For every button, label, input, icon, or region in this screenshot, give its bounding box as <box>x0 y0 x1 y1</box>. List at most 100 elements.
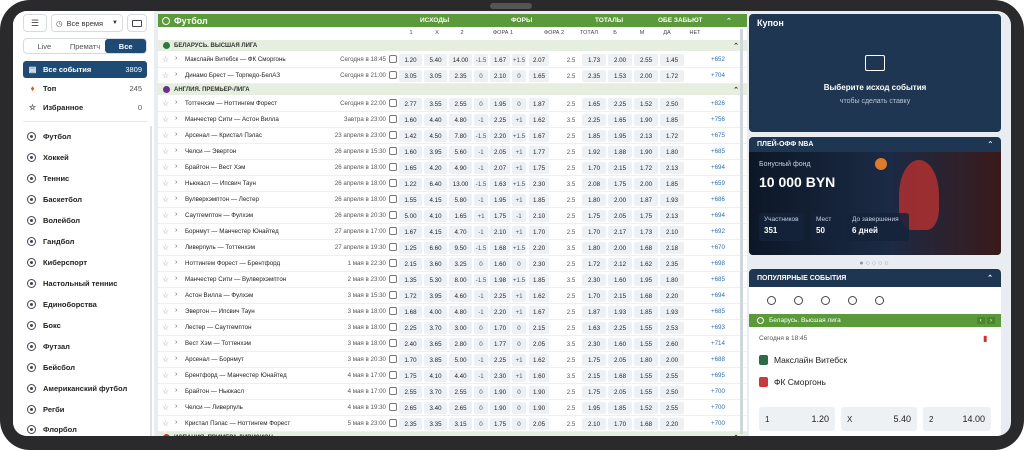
odd-button[interactable]: 1.93 <box>660 194 684 206</box>
sidebar-item-martial-arts[interactable]: Единоборства <box>27 297 151 311</box>
favorite-star-icon[interactable]: ☆ <box>162 403 169 412</box>
odd-button[interactable]: 5.40 <box>424 54 447 66</box>
odd-button[interactable]: 2.17 <box>608 226 632 238</box>
odd-button[interactable]: 2.55 <box>634 54 658 66</box>
favorite-star-icon[interactable]: ☆ <box>162 163 169 172</box>
odd-button[interactable]: 4.70 <box>449 226 472 238</box>
group-totals[interactable]: ТОТАЛЫ <box>595 17 623 24</box>
odd-button[interactable]: 2.00 <box>608 242 632 254</box>
odd-button[interactable]: 1.72 <box>660 70 684 82</box>
odd-button[interactable]: 1.67 <box>399 226 422 238</box>
odd-button[interactable]: 2.12 <box>608 258 632 270</box>
more-markets-link[interactable]: +695 <box>711 372 725 379</box>
odd-button[interactable]: 2.05 <box>608 354 632 366</box>
odd-button[interactable]: 7.80 <box>449 130 472 142</box>
odd-button[interactable]: 2.10 <box>529 210 549 222</box>
match-teams[interactable]: Челси — Ливерпуль <box>185 404 243 411</box>
odd-button[interactable]: 1.55 <box>634 322 658 334</box>
odd-button[interactable]: 1.42 <box>399 130 422 142</box>
odd-button[interactable]: 2.35 <box>449 70 472 82</box>
odd-button[interactable]: 3.95 <box>424 290 447 302</box>
odd-button[interactable]: 2.10 <box>582 418 606 430</box>
odd-button[interactable]: 1.55 <box>634 338 658 350</box>
odd-button[interactable]: 2.15 <box>529 322 549 334</box>
odd-button[interactable]: 1.87 <box>582 306 606 318</box>
favorite-star-icon[interactable]: ☆ <box>162 339 169 348</box>
match-row[interactable]: ☆ › Астон Вилла — Фулхэм 3 мая в 15:30 1.72 3… <box>158 288 747 304</box>
odd-button[interactable]: 2.15 <box>399 258 422 270</box>
odd-button[interactable]: 1.85 <box>660 114 684 126</box>
odd-button[interactable]: 2.18 <box>660 242 684 254</box>
odd-button[interactable]: 1.67 <box>529 306 549 318</box>
odd-button[interactable]: 1.77 <box>490 338 510 350</box>
odd-button[interactable]: 1.75 <box>634 210 658 222</box>
sidebar-item-basketball[interactable]: Баскетбол <box>27 192 151 206</box>
match-teams[interactable]: Челси — Эвертон <box>185 148 236 155</box>
odd-button[interactable]: 5.30 <box>424 274 447 286</box>
odd-button[interactable]: 2.20 <box>529 242 549 254</box>
stats-icon[interactable] <box>389 115 397 123</box>
odd-button[interactable]: 1.55 <box>399 194 422 206</box>
odd-button[interactable]: 2.10 <box>660 226 684 238</box>
odd-button[interactable]: 2.25 <box>608 98 632 110</box>
stats-icon[interactable] <box>389 307 397 315</box>
odd-button[interactable]: 4.40 <box>424 114 447 126</box>
odd-button[interactable]: 2.77 <box>399 98 422 110</box>
odd-button[interactable]: 5.60 <box>449 146 472 158</box>
odd-button[interactable]: 1.75 <box>490 210 510 222</box>
match-teams[interactable]: Ноттингем Форест — Брентфорд <box>185 260 280 267</box>
odd-button[interactable]: 4.60 <box>449 290 472 302</box>
odd-button[interactable]: 3.05 <box>399 70 422 82</box>
nba-promo-card[interactable]: ПЛЕЙ-ОФФ NBA ⌃ Бонусный фонд 10 000 BYN … <box>749 137 1001 255</box>
odd-button[interactable]: 2.05 <box>529 338 549 350</box>
odd-button[interactable]: 1.68 <box>634 290 658 302</box>
odd-button[interactable]: 2.30 <box>529 258 549 270</box>
odd-button[interactable]: 1.65 <box>399 162 422 174</box>
odd-button[interactable]: 2.30 <box>582 338 606 350</box>
odd-button[interactable]: 1.45 <box>660 54 684 66</box>
favorite-star-icon[interactable]: ☆ <box>162 115 169 124</box>
odd-button[interactable]: 1.90 <box>529 386 549 398</box>
odd-button[interactable]: 1.70 <box>399 354 422 366</box>
odd-button[interactable]: 2.08 <box>582 178 606 190</box>
collapse-icon[interactable]: ⌃ <box>733 434 739 437</box>
more-markets-link[interactable]: +659 <box>711 180 725 187</box>
match-teams[interactable]: Ньюкасл — Ипсвич Таун <box>185 180 256 187</box>
odd-button[interactable]: 1.70 <box>582 162 606 174</box>
match-row[interactable]: ☆ › Макслайн Витебск — ФК Сморгонь Сегодня … <box>158 52 747 68</box>
odd-button[interactable]: 1.85 <box>582 130 606 142</box>
chevron-up-icon[interactable]: ⌃ <box>987 140 994 149</box>
odd-button[interactable]: 1.80 <box>582 242 606 254</box>
match-teams[interactable]: Кристал Пэлас — Ноттингем Форест <box>185 420 290 427</box>
odd-button[interactable]: 1.80 <box>660 146 684 158</box>
odd-button[interactable]: 5.80 <box>449 194 472 206</box>
odd-button[interactable]: 1.62 <box>529 114 549 126</box>
odd-button[interactable]: 1.72 <box>399 290 422 302</box>
odd-button[interactable]: 2.15 <box>608 290 632 302</box>
league-header[interactable]: ИСПАНИЯ. ПРИМЕРА ДИВИЗИОН ⌃ <box>158 432 747 436</box>
odd-button[interactable]: 1.68 <box>399 306 422 318</box>
odd-button[interactable]: 1.75 <box>490 418 510 430</box>
favorite-star-icon[interactable]: ☆ <box>162 55 169 64</box>
favorite-star-icon[interactable]: ☆ <box>162 211 169 220</box>
sidebar-item-baseball[interactable]: Бейсбол <box>27 360 151 374</box>
stats-icon[interactable] <box>389 355 397 363</box>
odd-button[interactable]: 2.10 <box>490 226 510 238</box>
more-markets-link[interactable]: +652 <box>711 56 725 63</box>
odd-button[interactable]: 6.40 <box>424 178 447 190</box>
match-teams[interactable]: Борнмут — Манчестер Юнайтед <box>185 228 279 235</box>
odd-button[interactable]: 1.80 <box>660 274 684 286</box>
tab-live[interactable]: Live <box>24 39 65 53</box>
sidebar-item-table-tennis[interactable]: Настольный теннис <box>27 276 151 290</box>
match-row[interactable]: ☆ › Лестер — Саутгемптон 3 мая в 18:00 2.25 3… <box>158 320 747 336</box>
odd-button[interactable]: 1.65 <box>449 210 472 222</box>
odd-button[interactable]: 6.60 <box>424 242 447 254</box>
odd-button[interactable]: 13.00 <box>449 178 472 190</box>
tab-all[interactable]: Все <box>105 39 147 53</box>
more-markets-link[interactable]: +693 <box>711 324 725 331</box>
more-markets-link[interactable]: +756 <box>711 116 725 123</box>
more-markets-link[interactable]: +692 <box>711 228 725 235</box>
match-teams[interactable]: Эвертон — Ипсвич Таун <box>185 308 255 315</box>
odd-button[interactable]: 1.60 <box>529 370 549 382</box>
odd-button[interactable]: 2.00 <box>660 354 684 366</box>
